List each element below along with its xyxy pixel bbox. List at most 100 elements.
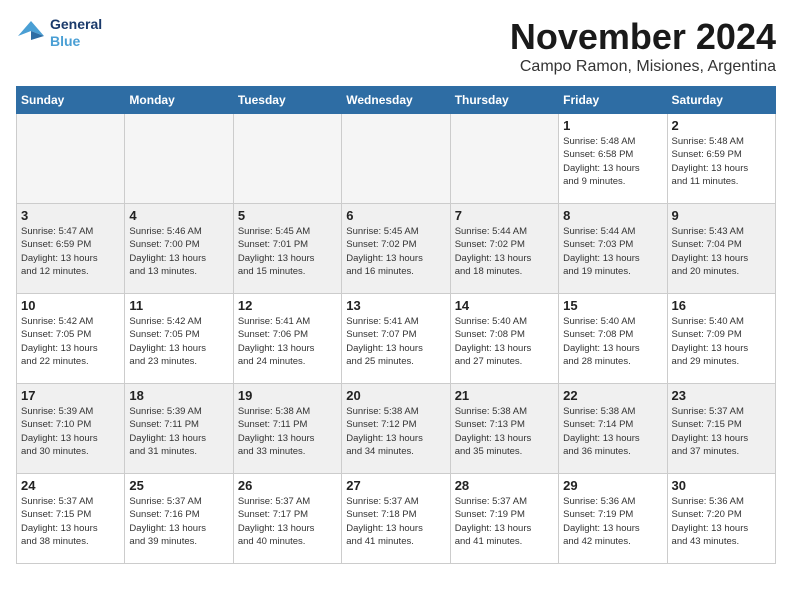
day-info: Sunrise: 5:36 AMSunset: 7:20 PMDaylight:…	[672, 495, 771, 548]
calendar-cell: 28 Sunrise: 5:37 AMSunset: 7:19 PMDayligh…	[450, 474, 558, 564]
calendar-cell: 21 Sunrise: 5:38 AMSunset: 7:13 PMDayligh…	[450, 384, 558, 474]
calendar-cell: 3 Sunrise: 5:47 AMSunset: 6:59 PMDaylight…	[17, 204, 125, 294]
day-number: 3	[21, 208, 120, 223]
calendar-week-row: 17Sunrise: 5:39 AMSunset: 7:10 PMDayligh…	[17, 384, 776, 474]
location-title: Campo Ramon, Misiones, Argentina	[510, 58, 776, 76]
day-number: 19	[238, 388, 337, 403]
day-number: 27	[346, 478, 445, 493]
day-info: Sunrise: 5:38 AMSunset: 7:13 PMDaylight:…	[455, 405, 554, 458]
col-wednesday: Wednesday	[342, 87, 450, 114]
logo-text-general: General	[50, 16, 102, 32]
month-title: November 2024	[510, 16, 776, 58]
day-number: 13	[346, 298, 445, 313]
calendar-cell: 17Sunrise: 5:39 AMSunset: 7:10 PMDayligh…	[17, 384, 125, 474]
calendar-cell: 27 Sunrise: 5:37 AMSunset: 7:18 PMDayligh…	[342, 474, 450, 564]
day-info: Sunrise: 5:37 AMSunset: 7:15 PMDaylight:…	[21, 495, 120, 548]
col-tuesday: Tuesday	[233, 87, 341, 114]
calendar-week-row: 1 Sunrise: 5:48 AMSunset: 6:58 PMDaylight…	[17, 114, 776, 204]
day-info: Sunrise: 5:40 AMSunset: 7:09 PMDaylight:…	[672, 315, 771, 368]
col-friday: Friday	[559, 87, 667, 114]
day-number: 10	[21, 298, 120, 313]
calendar-cell: 2 Sunrise: 5:48 AMSunset: 6:59 PMDaylight…	[667, 114, 775, 204]
col-monday: Monday	[125, 87, 233, 114]
calendar-cell: 6Sunrise: 5:45 AMSunset: 7:02 PMDaylight…	[342, 204, 450, 294]
day-number: 18	[129, 388, 228, 403]
header-row: Sunday Monday Tuesday Wednesday Thursday…	[17, 87, 776, 114]
calendar-cell: 5Sunrise: 5:45 AMSunset: 7:01 PMDaylight…	[233, 204, 341, 294]
calendar-cell	[342, 114, 450, 204]
logo: General Blue	[16, 16, 102, 50]
calendar-cell: 24 Sunrise: 5:37 AMSunset: 7:15 PMDayligh…	[17, 474, 125, 564]
day-info: Sunrise: 5:47 AMSunset: 6:59 PMDaylight:…	[21, 225, 120, 278]
day-info: Sunrise: 5:46 AMSunset: 7:00 PMDaylight:…	[129, 225, 228, 278]
day-info: Sunrise: 5:44 AMSunset: 7:03 PMDaylight:…	[563, 225, 662, 278]
day-number: 23	[672, 388, 771, 403]
day-number: 14	[455, 298, 554, 313]
day-number: 11	[129, 298, 228, 313]
day-info: Sunrise: 5:37 AMSunset: 7:15 PMDaylight:…	[672, 405, 771, 458]
day-info: Sunrise: 5:40 AMSunset: 7:08 PMDaylight:…	[563, 315, 662, 368]
calendar-cell: 20 Sunrise: 5:38 AMSunset: 7:12 PMDayligh…	[342, 384, 450, 474]
calendar-cell: 4 Sunrise: 5:46 AMSunset: 7:00 PMDaylight…	[125, 204, 233, 294]
calendar-cell: 22 Sunrise: 5:38 AMSunset: 7:14 PMDayligh…	[559, 384, 667, 474]
calendar-cell: 14 Sunrise: 5:40 AMSunset: 7:08 PMDayligh…	[450, 294, 558, 384]
calendar-cell	[17, 114, 125, 204]
calendar-cell: 11Sunrise: 5:42 AMSunset: 7:05 PMDayligh…	[125, 294, 233, 384]
day-info: Sunrise: 5:38 AMSunset: 7:14 PMDaylight:…	[563, 405, 662, 458]
calendar-cell: 1 Sunrise: 5:48 AMSunset: 6:58 PMDaylight…	[559, 114, 667, 204]
day-number: 20	[346, 388, 445, 403]
day-info: Sunrise: 5:45 AMSunset: 7:02 PMDaylight:…	[346, 225, 445, 278]
day-number: 9	[672, 208, 771, 223]
calendar-cell	[125, 114, 233, 204]
day-number: 1	[563, 118, 662, 133]
day-number: 12	[238, 298, 337, 313]
day-info: Sunrise: 5:48 AMSunset: 6:58 PMDaylight:…	[563, 135, 662, 188]
day-info: Sunrise: 5:37 AMSunset: 7:17 PMDaylight:…	[238, 495, 337, 548]
calendar-cell: 10Sunrise: 5:42 AMSunset: 7:05 PMDayligh…	[17, 294, 125, 384]
day-number: 4	[129, 208, 228, 223]
logo-text-blue: Blue	[50, 33, 80, 49]
day-info: Sunrise: 5:44 AMSunset: 7:02 PMDaylight:…	[455, 225, 554, 278]
calendar-cell: 8 Sunrise: 5:44 AMSunset: 7:03 PMDaylight…	[559, 204, 667, 294]
col-sunday: Sunday	[17, 87, 125, 114]
calendar-cell: 18 Sunrise: 5:39 AMSunset: 7:11 PMDayligh…	[125, 384, 233, 474]
calendar-cell: 13Sunrise: 5:41 AMSunset: 7:07 PMDayligh…	[342, 294, 450, 384]
calendar-cell: 7 Sunrise: 5:44 AMSunset: 7:02 PMDaylight…	[450, 204, 558, 294]
logo-icon	[16, 18, 46, 48]
calendar-cell: 25 Sunrise: 5:37 AMSunset: 7:16 PMDayligh…	[125, 474, 233, 564]
calendar-cell: 19 Sunrise: 5:38 AMSunset: 7:11 PMDayligh…	[233, 384, 341, 474]
title-area: November 2024 Campo Ramon, Misiones, Arg…	[510, 16, 776, 76]
day-number: 28	[455, 478, 554, 493]
day-number: 21	[455, 388, 554, 403]
calendar-cell	[450, 114, 558, 204]
col-saturday: Saturday	[667, 87, 775, 114]
calendar-week-row: 24 Sunrise: 5:37 AMSunset: 7:15 PMDayligh…	[17, 474, 776, 564]
col-thursday: Thursday	[450, 87, 558, 114]
day-info: Sunrise: 5:43 AMSunset: 7:04 PMDaylight:…	[672, 225, 771, 278]
day-info: Sunrise: 5:39 AMSunset: 7:11 PMDaylight:…	[129, 405, 228, 458]
day-info: Sunrise: 5:37 AMSunset: 7:18 PMDaylight:…	[346, 495, 445, 548]
calendar-cell: 23 Sunrise: 5:37 AMSunset: 7:15 PMDayligh…	[667, 384, 775, 474]
day-info: Sunrise: 5:45 AMSunset: 7:01 PMDaylight:…	[238, 225, 337, 278]
day-number: 8	[563, 208, 662, 223]
day-number: 2	[672, 118, 771, 133]
calendar-week-row: 10Sunrise: 5:42 AMSunset: 7:05 PMDayligh…	[17, 294, 776, 384]
header: General Blue November 2024 Campo Ramon, …	[16, 16, 776, 76]
day-info: Sunrise: 5:36 AMSunset: 7:19 PMDaylight:…	[563, 495, 662, 548]
calendar-cell: 9 Sunrise: 5:43 AMSunset: 7:04 PMDaylight…	[667, 204, 775, 294]
day-info: Sunrise: 5:40 AMSunset: 7:08 PMDaylight:…	[455, 315, 554, 368]
day-number: 7	[455, 208, 554, 223]
day-info: Sunrise: 5:38 AMSunset: 7:11 PMDaylight:…	[238, 405, 337, 458]
day-number: 24	[21, 478, 120, 493]
day-number: 15	[563, 298, 662, 313]
day-info: Sunrise: 5:37 AMSunset: 7:19 PMDaylight:…	[455, 495, 554, 548]
day-number: 22	[563, 388, 662, 403]
calendar-cell: 16Sunrise: 5:40 AMSunset: 7:09 PMDayligh…	[667, 294, 775, 384]
day-info: Sunrise: 5:48 AMSunset: 6:59 PMDaylight:…	[672, 135, 771, 188]
day-number: 25	[129, 478, 228, 493]
day-info: Sunrise: 5:41 AMSunset: 7:06 PMDaylight:…	[238, 315, 337, 368]
day-info: Sunrise: 5:37 AMSunset: 7:16 PMDaylight:…	[129, 495, 228, 548]
day-info: Sunrise: 5:38 AMSunset: 7:12 PMDaylight:…	[346, 405, 445, 458]
calendar-cell: 26Sunrise: 5:37 AMSunset: 7:17 PMDayligh…	[233, 474, 341, 564]
calendar-week-row: 3 Sunrise: 5:47 AMSunset: 6:59 PMDaylight…	[17, 204, 776, 294]
